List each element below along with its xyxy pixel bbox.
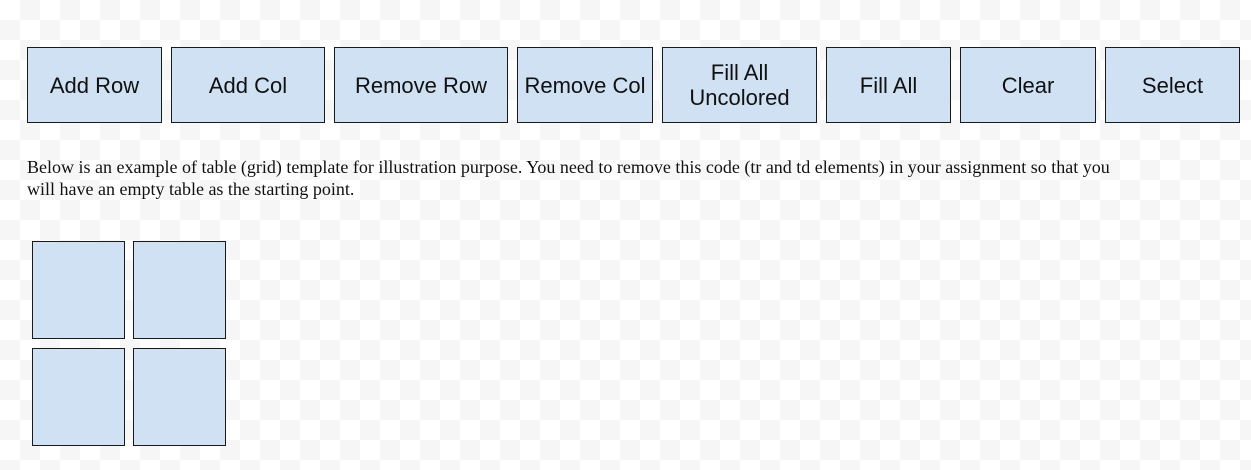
remove-col-button[interactable]: Remove Col: [517, 47, 653, 123]
add-row-button[interactable]: Add Row: [27, 47, 162, 123]
remove-row-label: Remove Row: [354, 72, 488, 98]
remove-col-label: Remove Col: [524, 72, 646, 98]
grid-cell-r2-c1[interactable]: [32, 348, 125, 446]
color-grid: [32, 241, 226, 446]
add-row-label: Add Row: [49, 72, 140, 98]
toolbar: Add Row Add Col Remove Row Remove Col Fi…: [27, 47, 1240, 123]
add-col-button[interactable]: Add Col: [171, 47, 325, 123]
fill-all-uncolored-label: Fill All Uncolored: [689, 60, 790, 110]
grid-cell-r2-c2[interactable]: [133, 348, 226, 446]
grid-cell-r1-c2[interactable]: [133, 241, 226, 339]
select-label: Select: [1141, 72, 1204, 98]
add-col-label: Add Col: [208, 72, 288, 98]
fill-all-button[interactable]: Fill All: [826, 47, 951, 123]
fill-all-uncolored-button[interactable]: Fill All Uncolored: [662, 47, 817, 123]
clear-button[interactable]: Clear: [960, 47, 1096, 123]
clear-label: Clear: [1001, 72, 1055, 98]
select-button[interactable]: Select: [1105, 47, 1240, 123]
remove-row-button[interactable]: Remove Row: [334, 47, 508, 123]
fill-all-label: Fill All: [859, 72, 918, 98]
grid-cell-r1-c1[interactable]: [32, 241, 125, 339]
instructions-text: Below is an example of table (grid) temp…: [27, 157, 1110, 199]
